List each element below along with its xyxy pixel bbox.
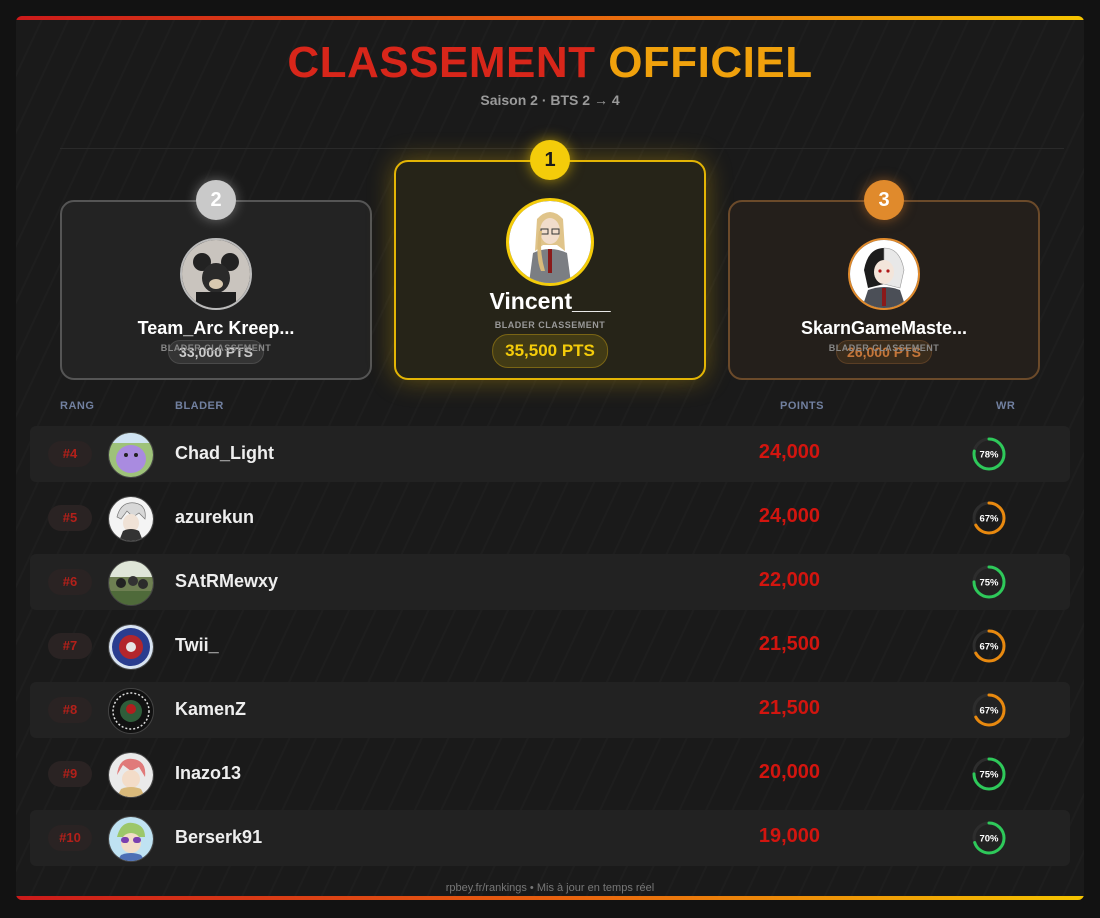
table-row[interactable]: #9 Inazo13 20,000 75% [30,746,1070,802]
table-row[interactable]: #5 azurekun 24,000 67% [30,490,1070,546]
win-rate-gauge: 75% [971,564,1007,600]
group-photo-avatar [108,560,154,606]
win-rate-label: 78% [979,450,999,461]
win-rate-gauge: 67% [971,692,1007,728]
rank-badge: #10 [48,825,92,851]
win-rate-gauge: 78% [971,436,1007,472]
points-value: 21,500 [758,697,820,719]
blader-name: Berserk91 [175,827,263,847]
table-row[interactable]: #10 Berserk91 19,000 70% [30,810,1070,866]
purple-creature-avatar [108,432,154,478]
rank-badge: #5 [48,505,92,531]
table-header: RANG BLADER POINTS WR [16,400,1084,414]
win-rate-label: 67% [979,642,999,653]
podium-name: Team_Arc Kreep... [137,318,295,338]
points-value: 22,000 [758,569,820,591]
split-hair-character-avatar [848,238,920,310]
podium-name: SkarnGameMaste... [800,318,968,338]
pink-hair-character-avatar [108,752,154,798]
season-subtitle: Saison 2 · BTS 2 → 4 [480,92,620,108]
points-value: 24,000 [758,505,820,527]
rank-badge: #8 [48,697,92,723]
rank-badge: #6 [48,569,92,595]
white-hair-character-avatar [108,496,154,542]
win-rate-label: 67% [979,706,999,717]
blader-name: Inazo13 [175,763,242,783]
footer-note: rpbey.fr/rankings • Mis à jour en temps … [445,882,655,894]
podium-name: Vincent___ [489,288,611,314]
column-header-wr: WR [996,400,1016,412]
gold-medal-badge: 1 [530,140,570,180]
top-gradient-bar [16,16,1084,20]
leaderboard-panel: CLASSEMENT OFFICIEL Saison 2 · BTS 2 → 4… [16,16,1084,900]
win-rate-label: 75% [979,578,999,589]
points-value: 21,500 [758,633,820,655]
win-rate-gauge: 67% [971,500,1007,536]
blonde-character-avatar [506,198,594,286]
podium-role-label: BLADER CLASSEMENT [160,343,272,353]
win-rate-label: 75% [979,770,999,781]
blader-name: SAtRMewxy [175,571,279,591]
win-rate-gauge: 70% [971,820,1007,856]
goggles-character-avatar [108,816,154,862]
page-title: CLASSEMENT OFFICIEL [287,38,813,87]
column-header-rank: RANG [60,400,95,412]
win-rate-gauge: 75% [971,756,1007,792]
podium-points-pill: 35,500 PTS [492,334,608,368]
points-value: 20,000 [758,761,820,783]
points-value: 24,000 [758,441,820,463]
silver-medal-badge: 2 [196,180,236,220]
podium-role-label: BLADER CLASSEMENT [828,343,940,353]
podium-card-rank-1[interactable]: 1 Vincent___ BLADER CLASSEMENT 35,500 PT… [394,140,706,380]
blader-name: KamenZ [175,699,247,719]
table-row[interactable]: #6 SAtRMewxy 22,000 75% [30,554,1070,610]
podium-card-rank-3[interactable]: 3 SkarnGameMaste... 26,000 PTS BLADER CL… [728,180,1040,380]
bottom-gradient-bar [16,896,1084,900]
dark-emblem-avatar [108,688,154,734]
blue-red-spinner-avatar [108,624,154,670]
mouse-mask-avatar [180,238,252,310]
win-rate-label: 67% [979,514,999,525]
column-header-points: POINTS [780,400,824,412]
podium-card-rank-2[interactable]: 2 Team_Arc Kreep... 33,000 PTS BLADER CL… [60,180,372,380]
podium-role-label: BLADER CLASSEMENT [494,320,606,330]
table-row[interactable]: #7 Twii_ 21,500 67% [30,618,1070,674]
column-header-blader: BLADER [175,400,224,412]
bronze-medal-badge: 3 [864,180,904,220]
table-row[interactable]: #8 KamenZ 21,500 67% [30,682,1070,738]
blader-name: azurekun [175,507,255,527]
rank-badge: #9 [48,761,92,787]
win-rate-gauge: 67% [971,628,1007,664]
points-value: 19,000 [758,825,820,847]
win-rate-label: 70% [979,834,999,845]
rank-badge: #7 [48,633,92,659]
table-row[interactable]: #4 Chad_Light 24,000 78% [30,426,1070,482]
blader-name: Twii_ [175,635,219,655]
blader-name: Chad_Light [175,443,274,463]
rank-badge: #4 [48,441,92,467]
